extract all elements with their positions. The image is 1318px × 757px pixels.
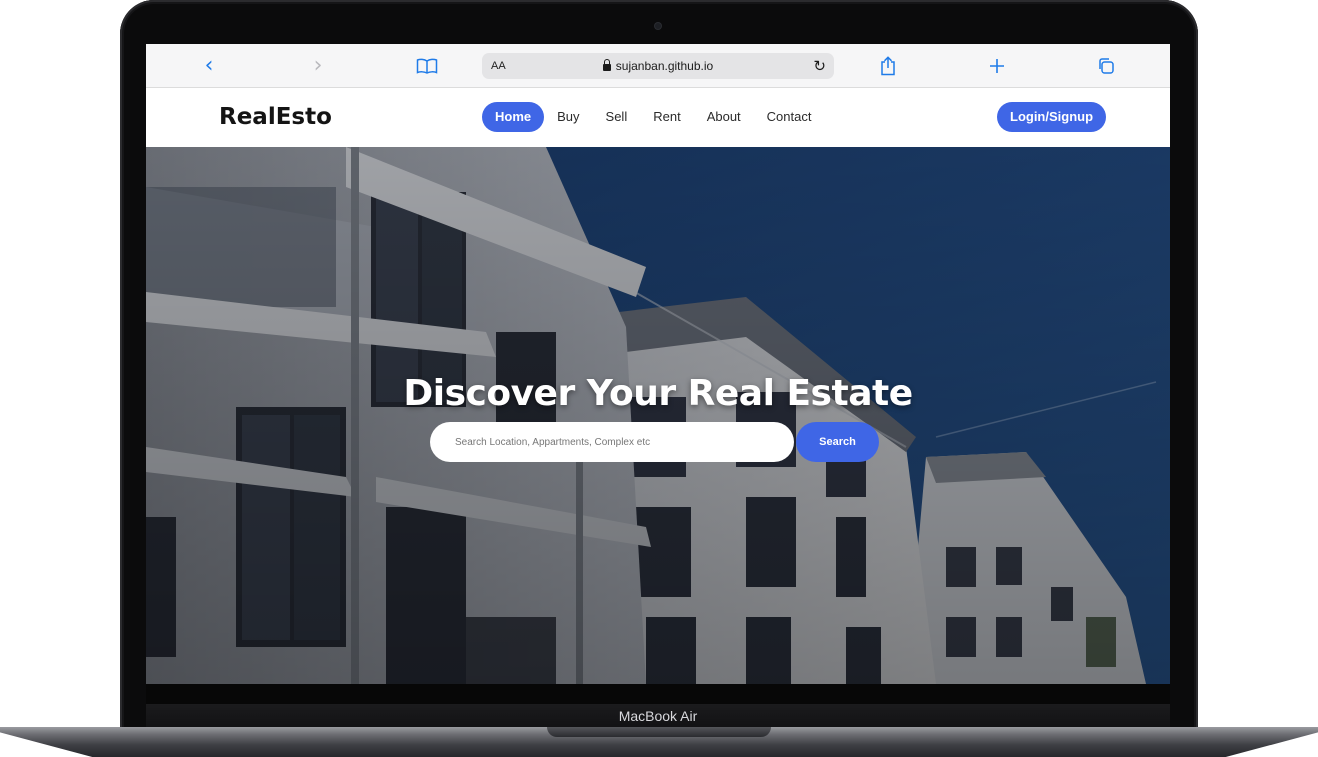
hero-title: Discover Your Real Estate bbox=[403, 373, 913, 414]
url-display[interactable]: sujanban.github.io bbox=[482, 53, 834, 79]
site-navbar: RealEsto Home Buy Sell Rent About Contac… bbox=[146, 88, 1170, 147]
search-input[interactable] bbox=[430, 422, 794, 462]
hero-background-image bbox=[146, 147, 1170, 684]
device-model-label: MacBook Air bbox=[146, 704, 1170, 728]
nav-link-home[interactable]: Home bbox=[482, 102, 545, 132]
address-bar[interactable]: AA sujanban.github.io ↻ bbox=[482, 53, 834, 79]
url-text: sujanban.github.io bbox=[615, 59, 714, 73]
book-icon[interactable] bbox=[413, 52, 441, 80]
plus-icon[interactable] bbox=[983, 52, 1011, 80]
browser-toolbar: ‹ › AA sujanban.github.io ↻ bbox=[146, 44, 1170, 88]
nav-menu: Home Buy Sell Rent About Contact bbox=[482, 102, 824, 132]
browser-window: ‹ › AA sujanban.github.io ↻ RealEsto Hom… bbox=[146, 44, 1170, 684]
laptop-hinge-notch bbox=[547, 727, 771, 737]
webcam-icon bbox=[655, 23, 661, 29]
screen-bezel-bottom bbox=[146, 684, 1170, 704]
site-logo[interactable]: RealEsto bbox=[219, 88, 332, 147]
lock-icon bbox=[602, 59, 611, 71]
nav-link-sell[interactable]: Sell bbox=[593, 102, 641, 132]
chevron-right-icon[interactable]: › bbox=[304, 52, 332, 80]
reload-icon[interactable]: ↻ bbox=[813, 53, 826, 79]
tabs-icon[interactable] bbox=[1092, 52, 1120, 80]
nav-link-buy[interactable]: Buy bbox=[544, 102, 592, 132]
search-button[interactable]: Search bbox=[796, 422, 879, 462]
share-icon[interactable] bbox=[874, 52, 902, 80]
chevron-left-icon[interactable]: ‹ bbox=[195, 52, 223, 80]
nav-link-about[interactable]: About bbox=[694, 102, 754, 132]
nav-link-contact[interactable]: Contact bbox=[754, 102, 825, 132]
nav-link-rent[interactable]: Rent bbox=[640, 102, 693, 132]
login-signup-button[interactable]: Login/Signup bbox=[997, 102, 1107, 132]
hero-section: Discover Your Real Estate Search bbox=[146, 147, 1170, 684]
